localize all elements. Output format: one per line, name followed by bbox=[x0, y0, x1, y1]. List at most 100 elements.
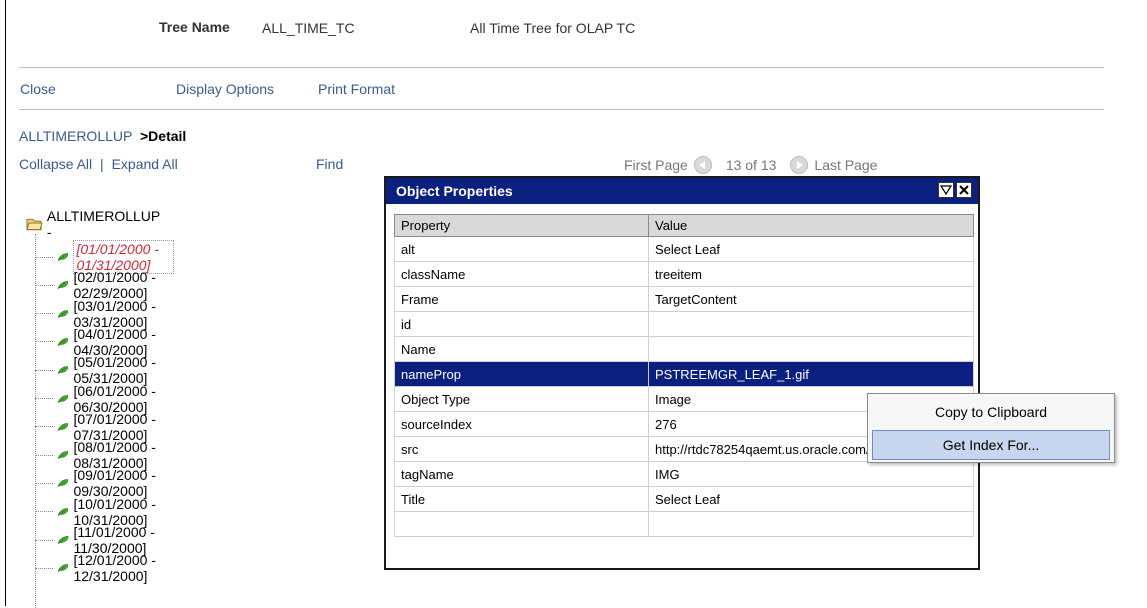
value-column-header[interactable]: Value bbox=[648, 214, 974, 237]
tree-connector bbox=[35, 398, 53, 399]
tree-description: All Time Tree for OLAP TC bbox=[470, 20, 636, 36]
property-value-cell: Select Leaf bbox=[648, 486, 974, 512]
tree-root-node[interactable]: ALLTIMEROLLUP - bbox=[26, 208, 161, 240]
property-value-cell: IMG bbox=[648, 461, 974, 487]
tree-actions: Collapse All | Expand All bbox=[19, 156, 178, 172]
titlebar-buttons bbox=[938, 182, 972, 198]
tree-leaf-row[interactable]: [11/01/2000 - 11/30/2000] bbox=[35, 524, 167, 556]
property-value-cell bbox=[648, 336, 974, 362]
tree-leaf-row[interactable]: [02/01/2000 - 02/29/2000] bbox=[35, 269, 168, 301]
breadcrumb: ALLTIMEROLLUP >Detail bbox=[19, 128, 186, 144]
properties-header-row: Property Value bbox=[394, 214, 974, 237]
tree-connector bbox=[35, 454, 53, 456]
property-name-cell: Frame bbox=[394, 286, 649, 312]
property-value-cell: treeitem bbox=[648, 261, 974, 287]
property-name-cell: Title bbox=[394, 486, 649, 512]
tree-name-value: ALL_TIME_TC bbox=[262, 20, 355, 36]
tree-leaf-label: [05/01/2000 - 05/31/2000] bbox=[73, 354, 156, 387]
collapse-all-link[interactable]: Collapse All bbox=[19, 156, 92, 172]
property-name-cell: className bbox=[394, 261, 649, 287]
previous-page-icon[interactable] bbox=[693, 156, 712, 174]
property-row[interactable]: tagName IMG bbox=[394, 461, 974, 487]
tree-leaf-row[interactable]: [03/01/2000 - 03/31/2000] bbox=[35, 298, 168, 330]
tree-leaf-row[interactable]: [07/01/2000 - 07/31/2000] bbox=[35, 411, 168, 443]
tree-leaf-row[interactable]: [04/01/2000 - 04/30/2000] bbox=[35, 326, 168, 358]
property-row[interactable]: nameProp PSTREEMGR_LEAF_1.gif bbox=[394, 361, 974, 387]
property-name-cell: Object Type bbox=[394, 386, 649, 412]
leaf-icon bbox=[57, 536, 69, 545]
tree-connector bbox=[35, 341, 53, 343]
expand-all-link[interactable]: Expand All bbox=[112, 156, 178, 172]
first-page-label: First Page bbox=[624, 157, 688, 173]
triangle-down-icon bbox=[940, 185, 952, 195]
property-row[interactable]: id bbox=[394, 311, 974, 337]
property-row[interactable] bbox=[394, 511, 974, 537]
tree-leaf-label: [11/01/2000 - 11/30/2000] bbox=[73, 524, 155, 556]
tree-leaf-row[interactable]: [09/01/2000 - 09/30/2000] bbox=[35, 467, 168, 499]
property-name-cell: sourceIndex bbox=[394, 411, 649, 437]
tree-leaf-row[interactable]: [01/01/2000 - 01/31/2000] bbox=[35, 240, 174, 274]
property-row[interactable]: className treeitem bbox=[394, 261, 974, 287]
properties-table-body: alt Select Leaf className treeitem Frame Targ… bbox=[394, 236, 974, 537]
leaf-icon bbox=[57, 479, 69, 488]
tree-connector bbox=[35, 511, 53, 513]
leaf-icon bbox=[57, 394, 69, 403]
leaf-icon bbox=[57, 422, 69, 432]
get-index-for-menu-item[interactable]: Get Index For... bbox=[872, 430, 1110, 460]
page-position: 13 of 13 bbox=[725, 157, 777, 173]
tree-leaf-row[interactable]: [08/01/2000 - 08/31/2000] bbox=[35, 439, 168, 471]
property-value-cell: PSTREEMGR_LEAF_1.gif bbox=[648, 361, 974, 387]
property-value-cell bbox=[648, 311, 974, 337]
tree-connector bbox=[35, 313, 53, 315]
leaf-icon bbox=[57, 253, 69, 262]
property-row[interactable]: alt Select Leaf bbox=[394, 236, 974, 262]
leaf-icon bbox=[57, 507, 69, 516]
print-format-link[interactable]: Print Format bbox=[318, 81, 395, 97]
leaf-icon bbox=[57, 338, 69, 347]
find-link[interactable]: Find bbox=[316, 156, 343, 172]
actions-separator: | bbox=[100, 156, 104, 172]
properties-table: Property Value alt Select Leaf className tr… bbox=[394, 214, 974, 537]
object-properties-window: Object Properties Property Value alt Sele… bbox=[384, 176, 980, 570]
tree-leaf-row[interactable]: [05/01/2000 - 05/31/2000] bbox=[35, 354, 168, 386]
tree-connector bbox=[35, 426, 53, 428]
property-value-cell: TargetContent bbox=[648, 286, 974, 312]
leaf-icon bbox=[57, 309, 69, 318]
tree-name-label: Tree Name bbox=[159, 19, 230, 35]
tree-connector bbox=[35, 539, 53, 541]
close-icon[interactable] bbox=[956, 182, 972, 198]
breadcrumb-root-link[interactable]: ALLTIMEROLLUP bbox=[19, 128, 132, 144]
tree-root-label: ALLTIMEROLLUP - bbox=[46, 208, 160, 240]
tree-leaf-label: [06/01/2000 - 06/30/2000] bbox=[73, 382, 156, 415]
breadcrumb-separator: > bbox=[139, 128, 149, 144]
dropdown-icon[interactable] bbox=[938, 182, 954, 198]
property-name-cell: id bbox=[394, 311, 649, 337]
property-row[interactable]: Name bbox=[394, 336, 974, 362]
last-page-label: Last Page bbox=[814, 157, 878, 173]
property-name-cell bbox=[394, 511, 649, 537]
object-properties-title: Object Properties bbox=[396, 183, 513, 199]
next-page-icon[interactable] bbox=[790, 156, 809, 174]
property-column-header[interactable]: Property bbox=[394, 214, 649, 237]
property-name-cell: Name bbox=[394, 336, 649, 362]
pager: First Page 13 of 13 Last Page bbox=[624, 156, 877, 174]
property-name-cell: src bbox=[394, 436, 649, 462]
tree-leaf-label: [02/01/2000 - 02/29/2000] bbox=[73, 269, 156, 302]
leaf-icon bbox=[57, 451, 69, 460]
open-folder-icon bbox=[26, 218, 43, 231]
x-icon bbox=[959, 185, 969, 195]
tree-connector bbox=[35, 482, 53, 484]
property-row[interactable]: Title Select Leaf bbox=[394, 486, 974, 512]
tree-leaf-row[interactable]: [12/01/2000 - 12/31/2000] bbox=[35, 552, 168, 584]
display-options-link[interactable]: Display Options bbox=[176, 81, 274, 97]
leaf-icon bbox=[57, 564, 69, 573]
close-link[interactable]: Close bbox=[20, 81, 56, 97]
tree-leaf-row[interactable]: [10/01/2000 - 10/31/2000] bbox=[35, 496, 168, 528]
property-value-cell bbox=[648, 511, 974, 537]
property-name-cell: alt bbox=[394, 236, 649, 262]
tree-leaf-row[interactable]: [06/01/2000 - 06/30/2000] bbox=[35, 383, 168, 415]
object-properties-titlebar: Object Properties bbox=[386, 178, 978, 204]
copy-to-clipboard-menu-item[interactable]: Copy to Clipboard bbox=[872, 397, 1110, 427]
tree-connector bbox=[35, 567, 53, 569]
property-row[interactable]: Frame TargetContent bbox=[394, 286, 974, 312]
